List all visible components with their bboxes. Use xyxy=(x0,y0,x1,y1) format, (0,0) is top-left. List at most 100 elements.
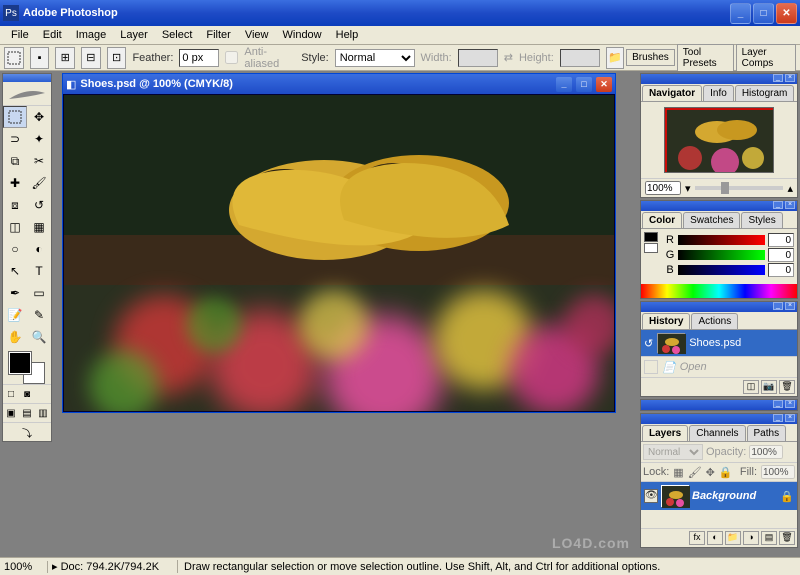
window-maximize-button[interactable]: □ xyxy=(753,3,774,24)
well-tab-toolpresets[interactable]: Tool Presets xyxy=(677,44,734,72)
panel-close-icon[interactable]: × xyxy=(785,302,795,310)
delete-layer-icon[interactable]: 🗑 xyxy=(779,531,795,545)
menu-window[interactable]: Window xyxy=(276,27,329,43)
shape-tool[interactable]: ▭ xyxy=(27,282,51,304)
style-select[interactable]: Normal xyxy=(335,49,415,67)
collapsed-panel[interactable]: _ × xyxy=(640,399,798,411)
hand-tool[interactable]: ✋ xyxy=(3,326,27,348)
doc-minimize-button[interactable]: _ xyxy=(556,77,572,92)
screen-full-icon[interactable]: ▥ xyxy=(35,404,51,422)
tab-color[interactable]: Color xyxy=(642,212,682,228)
menu-filter[interactable]: Filter xyxy=(199,27,237,43)
layer-thumbnail[interactable] xyxy=(661,485,689,507)
panel-close-icon[interactable]: × xyxy=(785,74,795,82)
eyedropper-tool[interactable]: ✎ xyxy=(27,304,51,326)
menu-help[interactable]: Help xyxy=(329,27,366,43)
menu-edit[interactable]: Edit xyxy=(36,27,69,43)
color-fg-swatch[interactable] xyxy=(644,232,658,242)
history-brush-tool[interactable]: ↺ xyxy=(27,194,51,216)
magic-wand-tool[interactable]: ✦ xyxy=(27,128,51,150)
r-slider[interactable] xyxy=(678,235,765,245)
type-tool[interactable]: T xyxy=(27,260,51,282)
marquee-tool-icon[interactable] xyxy=(4,47,24,69)
layer-visibility-icon[interactable]: 👁 xyxy=(644,489,658,503)
document-canvas[interactable] xyxy=(63,94,615,412)
g-input[interactable] xyxy=(768,248,794,262)
window-minimize-button[interactable]: _ xyxy=(730,3,751,24)
file-browser-icon[interactable]: 📁 xyxy=(606,47,624,69)
tab-swatches[interactable]: Swatches xyxy=(683,212,740,228)
tab-layers[interactable]: Layers xyxy=(642,425,688,441)
history-state-open[interactable]: 📄 Open xyxy=(641,356,797,377)
color-bg-swatch[interactable] xyxy=(644,243,658,253)
b-slider[interactable] xyxy=(678,265,765,275)
menu-layer[interactable]: Layer xyxy=(113,27,155,43)
marquee-tool[interactable] xyxy=(3,106,27,128)
lock-transparency-icon[interactable]: ▦ xyxy=(673,466,683,479)
tab-channels[interactable]: Channels xyxy=(689,425,745,441)
move-tool[interactable]: ✥ xyxy=(27,106,51,128)
selection-add-icon[interactable]: ⊞ xyxy=(55,47,75,69)
selection-intersect-icon[interactable]: ⊡ xyxy=(107,47,127,69)
selection-new-icon[interactable]: ▪ xyxy=(30,47,50,69)
tab-paths[interactable]: Paths xyxy=(747,425,787,441)
panel-close-icon[interactable]: × xyxy=(785,201,795,209)
blur-tool[interactable]: ○ xyxy=(3,238,27,260)
window-close-button[interactable]: ✕ xyxy=(776,3,797,24)
tab-styles[interactable]: Styles xyxy=(741,212,782,228)
notes-tool[interactable]: 📝 xyxy=(3,304,27,326)
new-doc-from-state-icon[interactable]: ◫ xyxy=(743,380,759,394)
pen-tool[interactable]: ✒ xyxy=(3,282,27,304)
panel-minimize-icon[interactable]: _ xyxy=(773,414,783,422)
document-titlebar[interactable]: ◧ Shoes.psd @ 100% (CMYK/8) _ □ ✕ xyxy=(63,74,615,94)
menu-select[interactable]: Select xyxy=(155,27,200,43)
zoom-in-icon[interactable]: ▴ xyxy=(787,182,793,195)
status-doc-size[interactable]: ▸ Doc: 794.2K/794.2K xyxy=(48,560,178,573)
feather-input[interactable] xyxy=(179,49,219,67)
b-input[interactable] xyxy=(768,263,794,277)
layer-row-background[interactable]: 👁 Background 🔒 xyxy=(641,482,797,510)
lock-pixels-icon[interactable]: 🖌 xyxy=(688,466,702,479)
navigator-zoom-input[interactable] xyxy=(645,181,681,195)
selection-subtract-icon[interactable]: ⊟ xyxy=(81,47,101,69)
r-input[interactable] xyxy=(768,233,794,247)
menu-file[interactable]: File xyxy=(4,27,36,43)
standard-mode-icon[interactable]: □ xyxy=(3,385,19,403)
status-zoom[interactable]: 100% xyxy=(0,561,48,573)
clone-stamp-tool[interactable]: ⧈ xyxy=(3,194,27,216)
adjustment-layer-icon[interactable]: ◑ xyxy=(743,531,759,545)
well-tab-layercomps[interactable]: Layer Comps xyxy=(736,44,796,72)
layer-mask-icon[interactable]: ◐ xyxy=(707,531,723,545)
toolbox-handle[interactable] xyxy=(3,74,51,82)
color-picker[interactable] xyxy=(3,348,51,384)
zoom-tool[interactable]: 🔍 xyxy=(27,326,51,348)
tab-actions[interactable]: Actions xyxy=(691,313,738,329)
panel-minimize-icon[interactable]: _ xyxy=(773,400,783,408)
new-set-icon[interactable]: 📁 xyxy=(725,531,741,545)
doc-maximize-button[interactable]: □ xyxy=(576,77,592,92)
eraser-tool[interactable]: ◫ xyxy=(3,216,27,238)
lock-position-icon[interactable]: ✥ xyxy=(706,466,715,479)
path-selection-tool[interactable]: ↖ xyxy=(3,260,27,282)
brush-tool[interactable]: 🖌 xyxy=(27,172,51,194)
delete-state-icon[interactable]: 🗑 xyxy=(779,380,795,394)
panel-minimize-icon[interactable]: _ xyxy=(773,201,783,209)
lock-all-icon[interactable]: 🔒 xyxy=(719,466,733,479)
history-snapshot-row[interactable]: ↺ Shoes.psd xyxy=(641,330,797,356)
doc-close-button[interactable]: ✕ xyxy=(596,77,612,92)
screen-full-menubar-icon[interactable]: ▤ xyxy=(19,404,35,422)
tab-history[interactable]: History xyxy=(642,313,690,329)
layer-style-icon[interactable]: fx xyxy=(689,531,705,545)
panel-minimize-icon[interactable]: _ xyxy=(773,74,783,82)
panel-minimize-icon[interactable]: _ xyxy=(773,302,783,310)
color-spectrum[interactable] xyxy=(641,284,797,298)
well-tab-brushes[interactable]: Brushes xyxy=(626,49,675,66)
menu-view[interactable]: View xyxy=(238,27,276,43)
tab-navigator[interactable]: Navigator xyxy=(642,85,702,101)
jump-to-imageready-icon[interactable]: ⤵ xyxy=(3,423,51,441)
slice-tool[interactable]: ✂ xyxy=(27,150,51,172)
zoom-out-icon[interactable]: ▾ xyxy=(685,182,691,195)
gradient-tool[interactable]: ▦ xyxy=(27,216,51,238)
new-snapshot-icon[interactable]: 📷 xyxy=(761,380,777,394)
tab-info[interactable]: Info xyxy=(703,85,734,101)
